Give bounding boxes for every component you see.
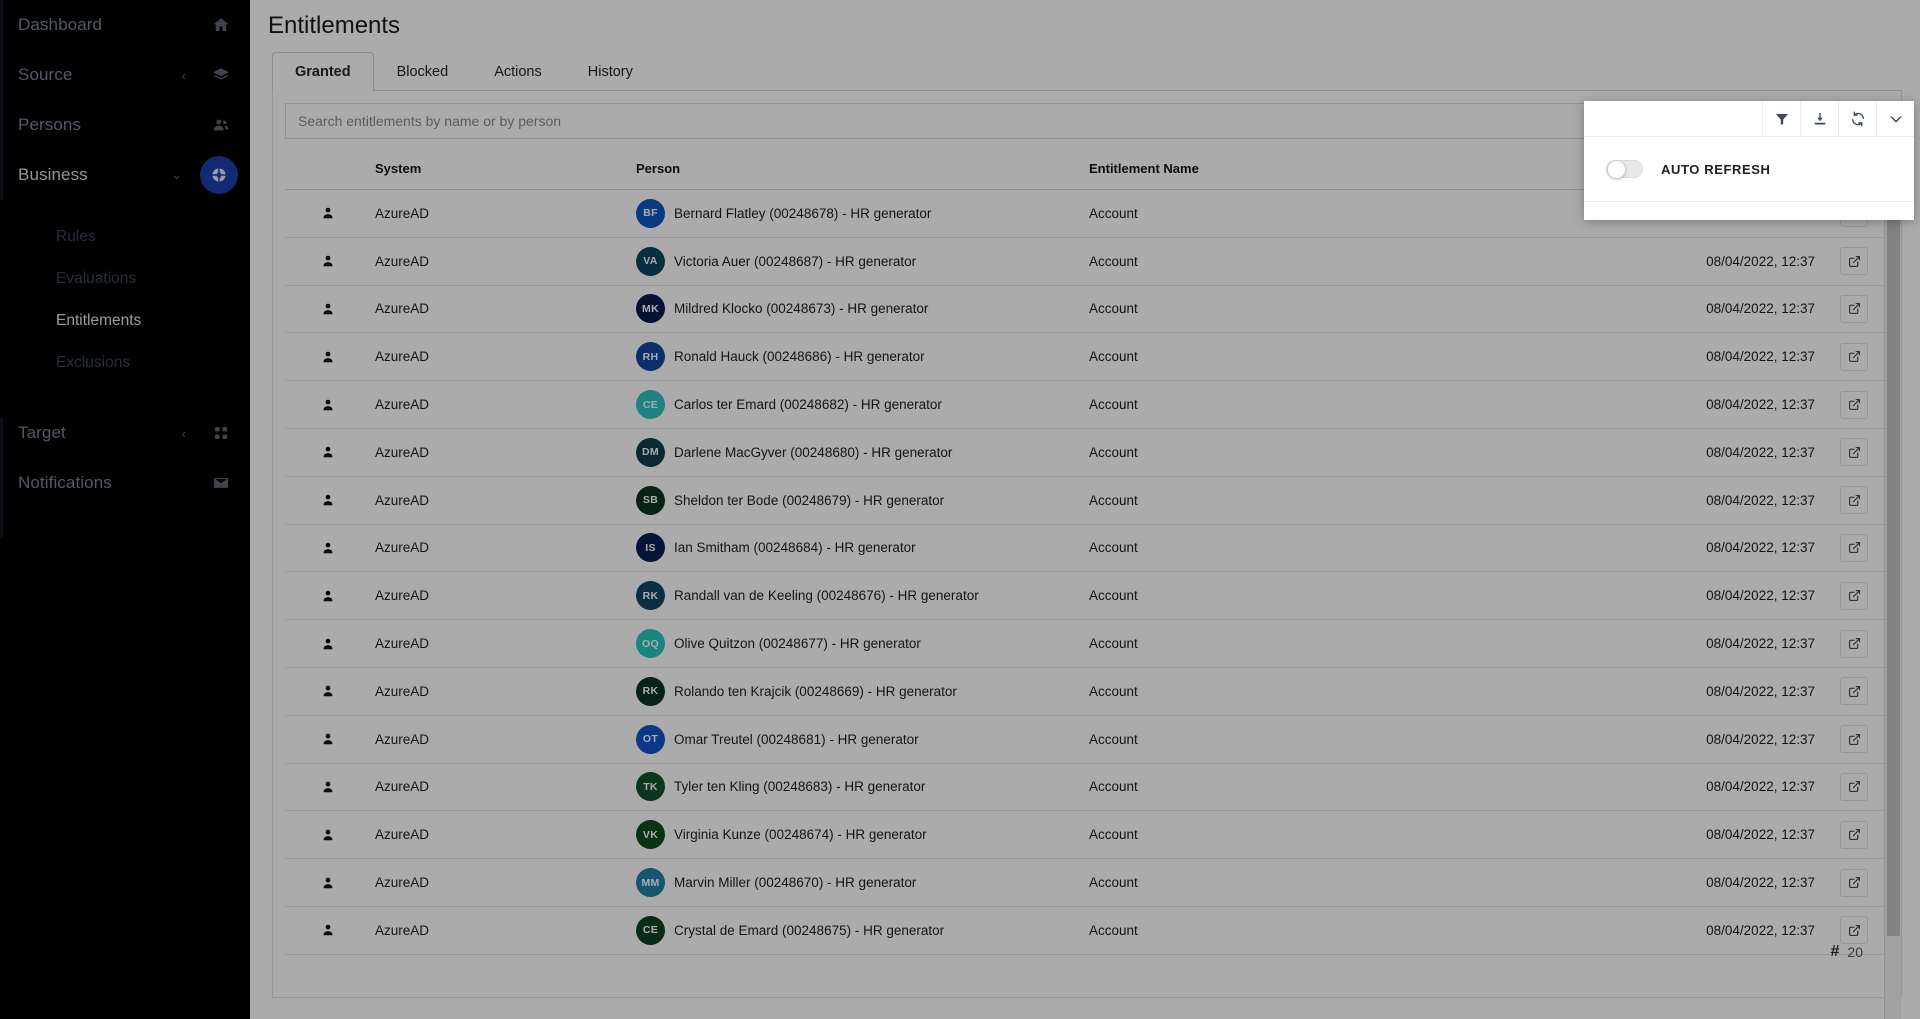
download-icon[interactable] [1800, 101, 1838, 136]
popover-tail [1584, 202, 1914, 220]
auto-refresh-label: AUTO REFRESH [1661, 162, 1771, 177]
filter-icon[interactable] [1762, 101, 1800, 136]
auto-refresh-toggle[interactable] [1606, 160, 1643, 178]
popover-toolbar [1584, 101, 1914, 137]
toggle-knob [1607, 160, 1626, 179]
refresh-icon[interactable] [1838, 101, 1876, 136]
table-options-popover: AUTO REFRESH [1584, 101, 1914, 220]
auto-refresh-row: AUTO REFRESH [1584, 137, 1914, 202]
app-root: Dashboard Source ‹ Persons Business ⌄ [0, 0, 1920, 1019]
chevron-down-icon[interactable] [1876, 101, 1914, 136]
